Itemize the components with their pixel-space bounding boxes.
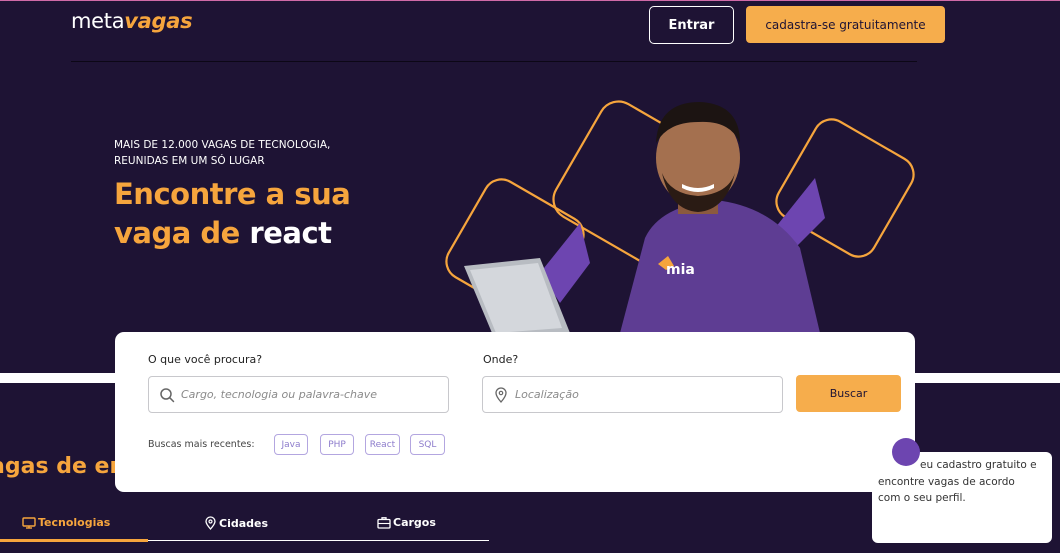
tab-tecnologias[interactable]: Tecnologias <box>22 516 110 529</box>
signup-button[interactable]: cadastra-se gratuitamente <box>746 6 945 43</box>
section-title: agas de em <box>0 454 133 479</box>
chat-message-bubble[interactable]: eu cadastro gratuito e encontre vagas de… <box>872 452 1052 543</box>
recent-chip-php[interactable]: PHP <box>320 434 354 455</box>
hero-title-prefix: vaga de <box>114 216 250 250</box>
tab-cargos-label: Cargos <box>393 516 436 529</box>
recent-chip-react[interactable]: React <box>365 434 400 455</box>
recent-chip-java[interactable]: Java <box>274 434 308 455</box>
hero-title: Encontre a sua vaga de react <box>114 175 414 253</box>
keyword-placeholder: Cargo, tecnologia ou palavra-chave <box>181 388 378 401</box>
hero-subtitle-line2: REUNIDAS EM UM SÓ LUGAR <box>114 155 265 167</box>
tab-tecnologias-label: Tecnologias <box>38 516 111 529</box>
chat-avatar[interactable] <box>892 438 920 466</box>
header-divider <box>71 61 917 62</box>
location-pin-icon <box>495 387 507 403</box>
hero-title-line1: Encontre a sua <box>114 177 351 211</box>
chat-line2: encontre vagas de acordo <box>878 475 1015 488</box>
briefcase-icon <box>377 517 391 529</box>
map-pin-icon <box>205 516 216 530</box>
top-accent-line <box>0 0 1060 1</box>
search-card: O que você procura? Cargo, tecnologia ou… <box>115 332 915 492</box>
logo-accent: vagas <box>124 9 193 33</box>
hero-subtitle-line1: MAIS DE 12.000 VAGAS DE TECNOLOGIA, <box>114 139 331 151</box>
tab-cidades-label: Cidades <box>219 516 269 530</box>
recent-searches-label: Buscas mais recentes: <box>148 439 255 450</box>
hero-title-keyword: react <box>249 216 332 250</box>
login-button[interactable]: Entrar <box>649 6 734 44</box>
keyword-search-input[interactable]: Cargo, tecnologia ou palavra-chave <box>148 376 449 413</box>
logo-main: meta <box>71 9 125 33</box>
where-label: Onde? <box>483 353 519 366</box>
search-icon <box>160 388 175 403</box>
location-input[interactable]: Localização <box>482 376 783 413</box>
hero-illustration: mia <box>430 88 930 333</box>
logo[interactable]: metavagas <box>71 9 193 33</box>
tab-cargos[interactable]: Cargos <box>377 516 436 529</box>
chat-line3: com o seu perfil. <box>878 492 966 504</box>
hero-subtitle: MAIS DE 12.000 VAGAS DE TECNOLOGIA, REUN… <box>114 137 354 169</box>
hero-graphic: mia <box>445 100 915 333</box>
tab-cidades[interactable]: Cidades <box>204 516 268 530</box>
recent-chip-sql[interactable]: SQL <box>410 434 445 455</box>
shirt-brand: mia <box>666 262 695 278</box>
search-button[interactable]: Buscar <box>796 375 901 412</box>
location-placeholder: Localização <box>515 388 579 401</box>
tab-active-indicator <box>0 539 148 542</box>
monitor-icon <box>22 516 36 529</box>
what-label: O que você procura? <box>148 353 263 366</box>
